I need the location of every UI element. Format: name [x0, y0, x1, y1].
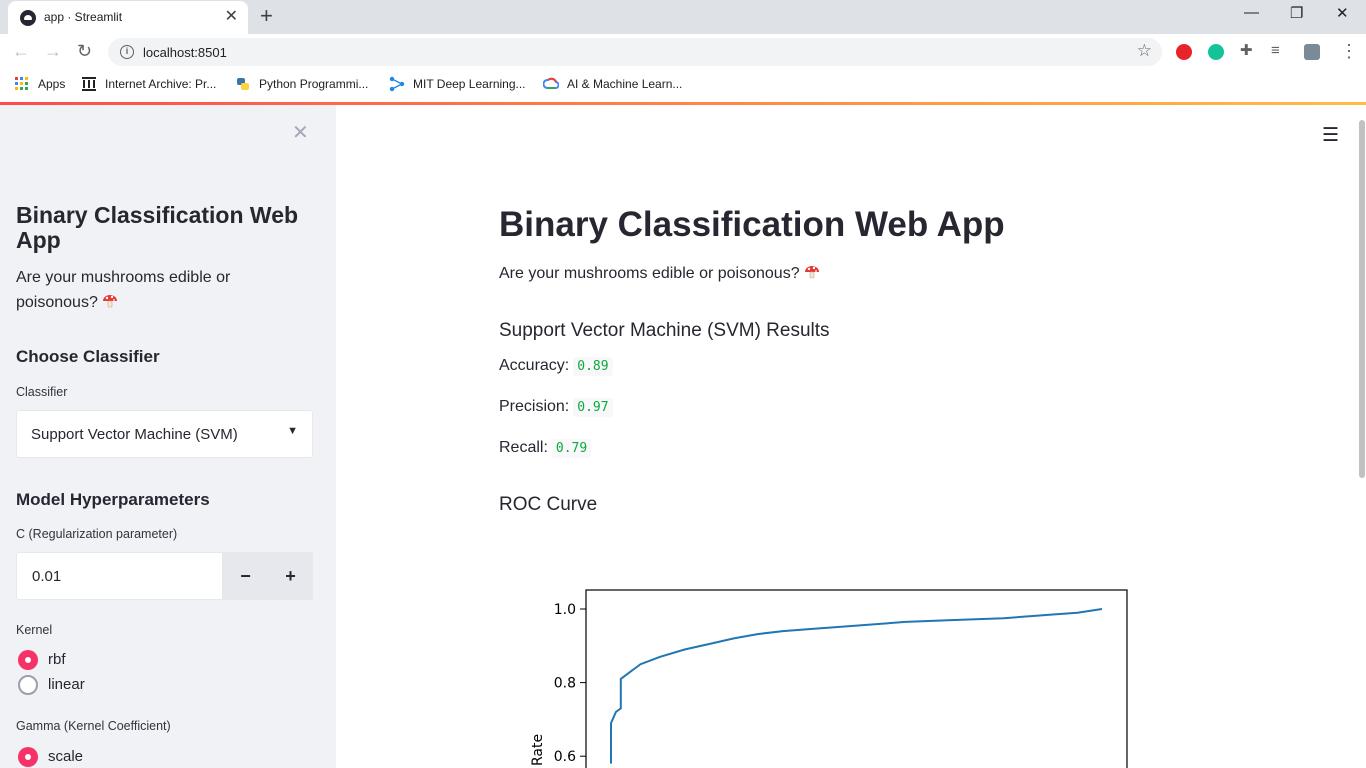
bookmarks-bar: Apps Internet Archive: Pr... Python Prog…: [0, 70, 1366, 100]
url-text: localhost:8501: [143, 45, 227, 60]
bookmark-python[interactable]: Python Programmi...: [259, 77, 368, 91]
mit-deep-learning-icon: [389, 76, 405, 92]
c-param-label: C (Regularization parameter): [16, 527, 178, 541]
bookmark-apps[interactable]: Apps: [38, 77, 65, 91]
classifier-select-value: Support Vector Machine (SVM): [31, 426, 238, 443]
y-axis-label: Rate: [530, 734, 546, 766]
bookmark-ai-ml[interactable]: AI & Machine Learn...: [567, 77, 682, 91]
kernel-radio-linear[interactable]: [18, 675, 38, 695]
y-tick-label: 1.0: [554, 602, 576, 618]
kernel-label: Kernel: [16, 623, 53, 637]
gamma-label: Gamma (Kernel Coefficient): [16, 719, 171, 733]
classifier-select[interactable]: Support Vector Machine (SVM) ▼: [16, 410, 313, 458]
python-icon: [237, 78, 249, 90]
sidebar-subtitle: Are your mushrooms edible or poisonous?: [16, 265, 296, 315]
browser-tab[interactable]: app · Streamlit ✕: [8, 1, 248, 34]
forward-icon[interactable]: →: [44, 41, 62, 61]
metric-precision: Precision: 0.97: [499, 398, 613, 417]
classifier-label: Classifier: [16, 385, 68, 399]
gamma-option-scale[interactable]: scale: [48, 748, 83, 765]
bookmark-mit-deep-learning[interactable]: MIT Deep Learning...: [413, 77, 526, 91]
gamma-radio-scale[interactable]: [18, 747, 38, 767]
hamburger-menu-icon[interactable]: ☰: [1322, 124, 1339, 147]
y-tick-label: 0.6: [554, 749, 576, 765]
metric-label: Precision:: [499, 398, 570, 415]
y-ticks: 0.6 0.8 1.0: [554, 602, 586, 765]
page-title: Binary Classification Web App: [499, 205, 1005, 244]
metric-label: Accuracy:: [499, 357, 570, 374]
media-queue-icon[interactable]: ≡: [1271, 41, 1280, 61]
roc-chart: 0.6 0.8 1.0 Rate: [530, 589, 1128, 768]
sidebar: ✕ Binary Classification Web App Are your…: [0, 105, 336, 768]
c-param-input[interactable]: 0.01: [16, 552, 223, 600]
adblock-plus-icon[interactable]: [1176, 44, 1192, 60]
kernel-option-linear[interactable]: linear: [48, 676, 85, 693]
metric-value: 0.97: [573, 398, 613, 417]
metric-value: 0.89: [573, 357, 613, 376]
page-scrollbar[interactable]: [1359, 120, 1365, 478]
mushroom-icon: [103, 295, 118, 308]
page-subtitle: Are your mushrooms edible or poisonous?: [499, 264, 820, 283]
apps-grid-icon: [15, 77, 28, 90]
plot-frame: [585, 589, 1128, 768]
tab-close-icon[interactable]: ✕: [225, 8, 238, 26]
minimize-icon[interactable]: —: [1244, 4, 1259, 21]
metric-accuracy: Accuracy: 0.89: [499, 357, 613, 376]
kernel-option-rbf[interactable]: rbf: [48, 651, 66, 668]
results-heading: Support Vector Machine (SVM) Results: [499, 320, 830, 341]
site-info-icon[interactable]: i: [120, 45, 134, 59]
c-param-value: 0.01: [32, 568, 62, 585]
sidebar-subtitle-text: Are your mushrooms edible or poisonous?: [16, 269, 231, 311]
reload-icon[interactable]: ↻: [77, 41, 92, 61]
metric-label: Recall:: [499, 439, 548, 456]
address-bar[interactable]: i localhost:8501 ☆: [108, 38, 1162, 66]
grammarly-icon[interactable]: [1208, 44, 1224, 60]
sidebar-close-icon[interactable]: ✕: [292, 120, 309, 145]
sidebar-title: Binary Classification Web App: [16, 202, 299, 253]
browser-menu-icon[interactable]: ⋮: [1340, 41, 1358, 61]
choose-classifier-heading: Choose Classifier: [16, 347, 160, 366]
new-tab-icon[interactable]: +: [260, 5, 273, 27]
page-subtitle-text: Are your mushrooms edible or poisonous?: [499, 265, 800, 282]
increment-button[interactable]: +: [268, 552, 313, 600]
kernel-radio-rbf[interactable]: [18, 650, 38, 670]
hyperparameters-heading: Model Hyperparameters: [16, 490, 210, 509]
metric-value: 0.79: [551, 439, 592, 458]
tab-title: app · Streamlit: [44, 10, 123, 24]
back-icon[interactable]: ←: [12, 41, 30, 61]
profile-avatar[interactable]: [1304, 44, 1320, 60]
y-tick-label: 0.8: [554, 676, 576, 692]
chevron-down-icon: ▼: [287, 425, 298, 437]
restore-icon[interactable]: ❐: [1290, 4, 1303, 22]
browser-tab-strip: app · Streamlit ✕ + — ❐ ✕: [0, 0, 1366, 34]
roc-heading: ROC Curve: [499, 494, 598, 515]
metric-recall: Recall: 0.79: [499, 439, 592, 458]
roc-curve-line: [610, 608, 1103, 764]
bookmark-star-icon[interactable]: ☆: [1137, 41, 1152, 61]
bookmark-internet-archive[interactable]: Internet Archive: Pr...: [105, 77, 216, 91]
browser-toolbar: ← → ↻ i localhost:8501 ☆ ✚ ≡ ⋮: [0, 34, 1366, 70]
internet-archive-icon: [82, 77, 96, 91]
streamlit-favicon-icon: [20, 10, 36, 26]
decrement-button[interactable]: −: [223, 552, 268, 600]
extensions-puzzle-icon[interactable]: ✚: [1240, 41, 1253, 61]
mushroom-icon: [805, 266, 820, 279]
google-cloud-icon: [543, 77, 559, 89]
window-close-icon[interactable]: ✕: [1336, 4, 1349, 22]
